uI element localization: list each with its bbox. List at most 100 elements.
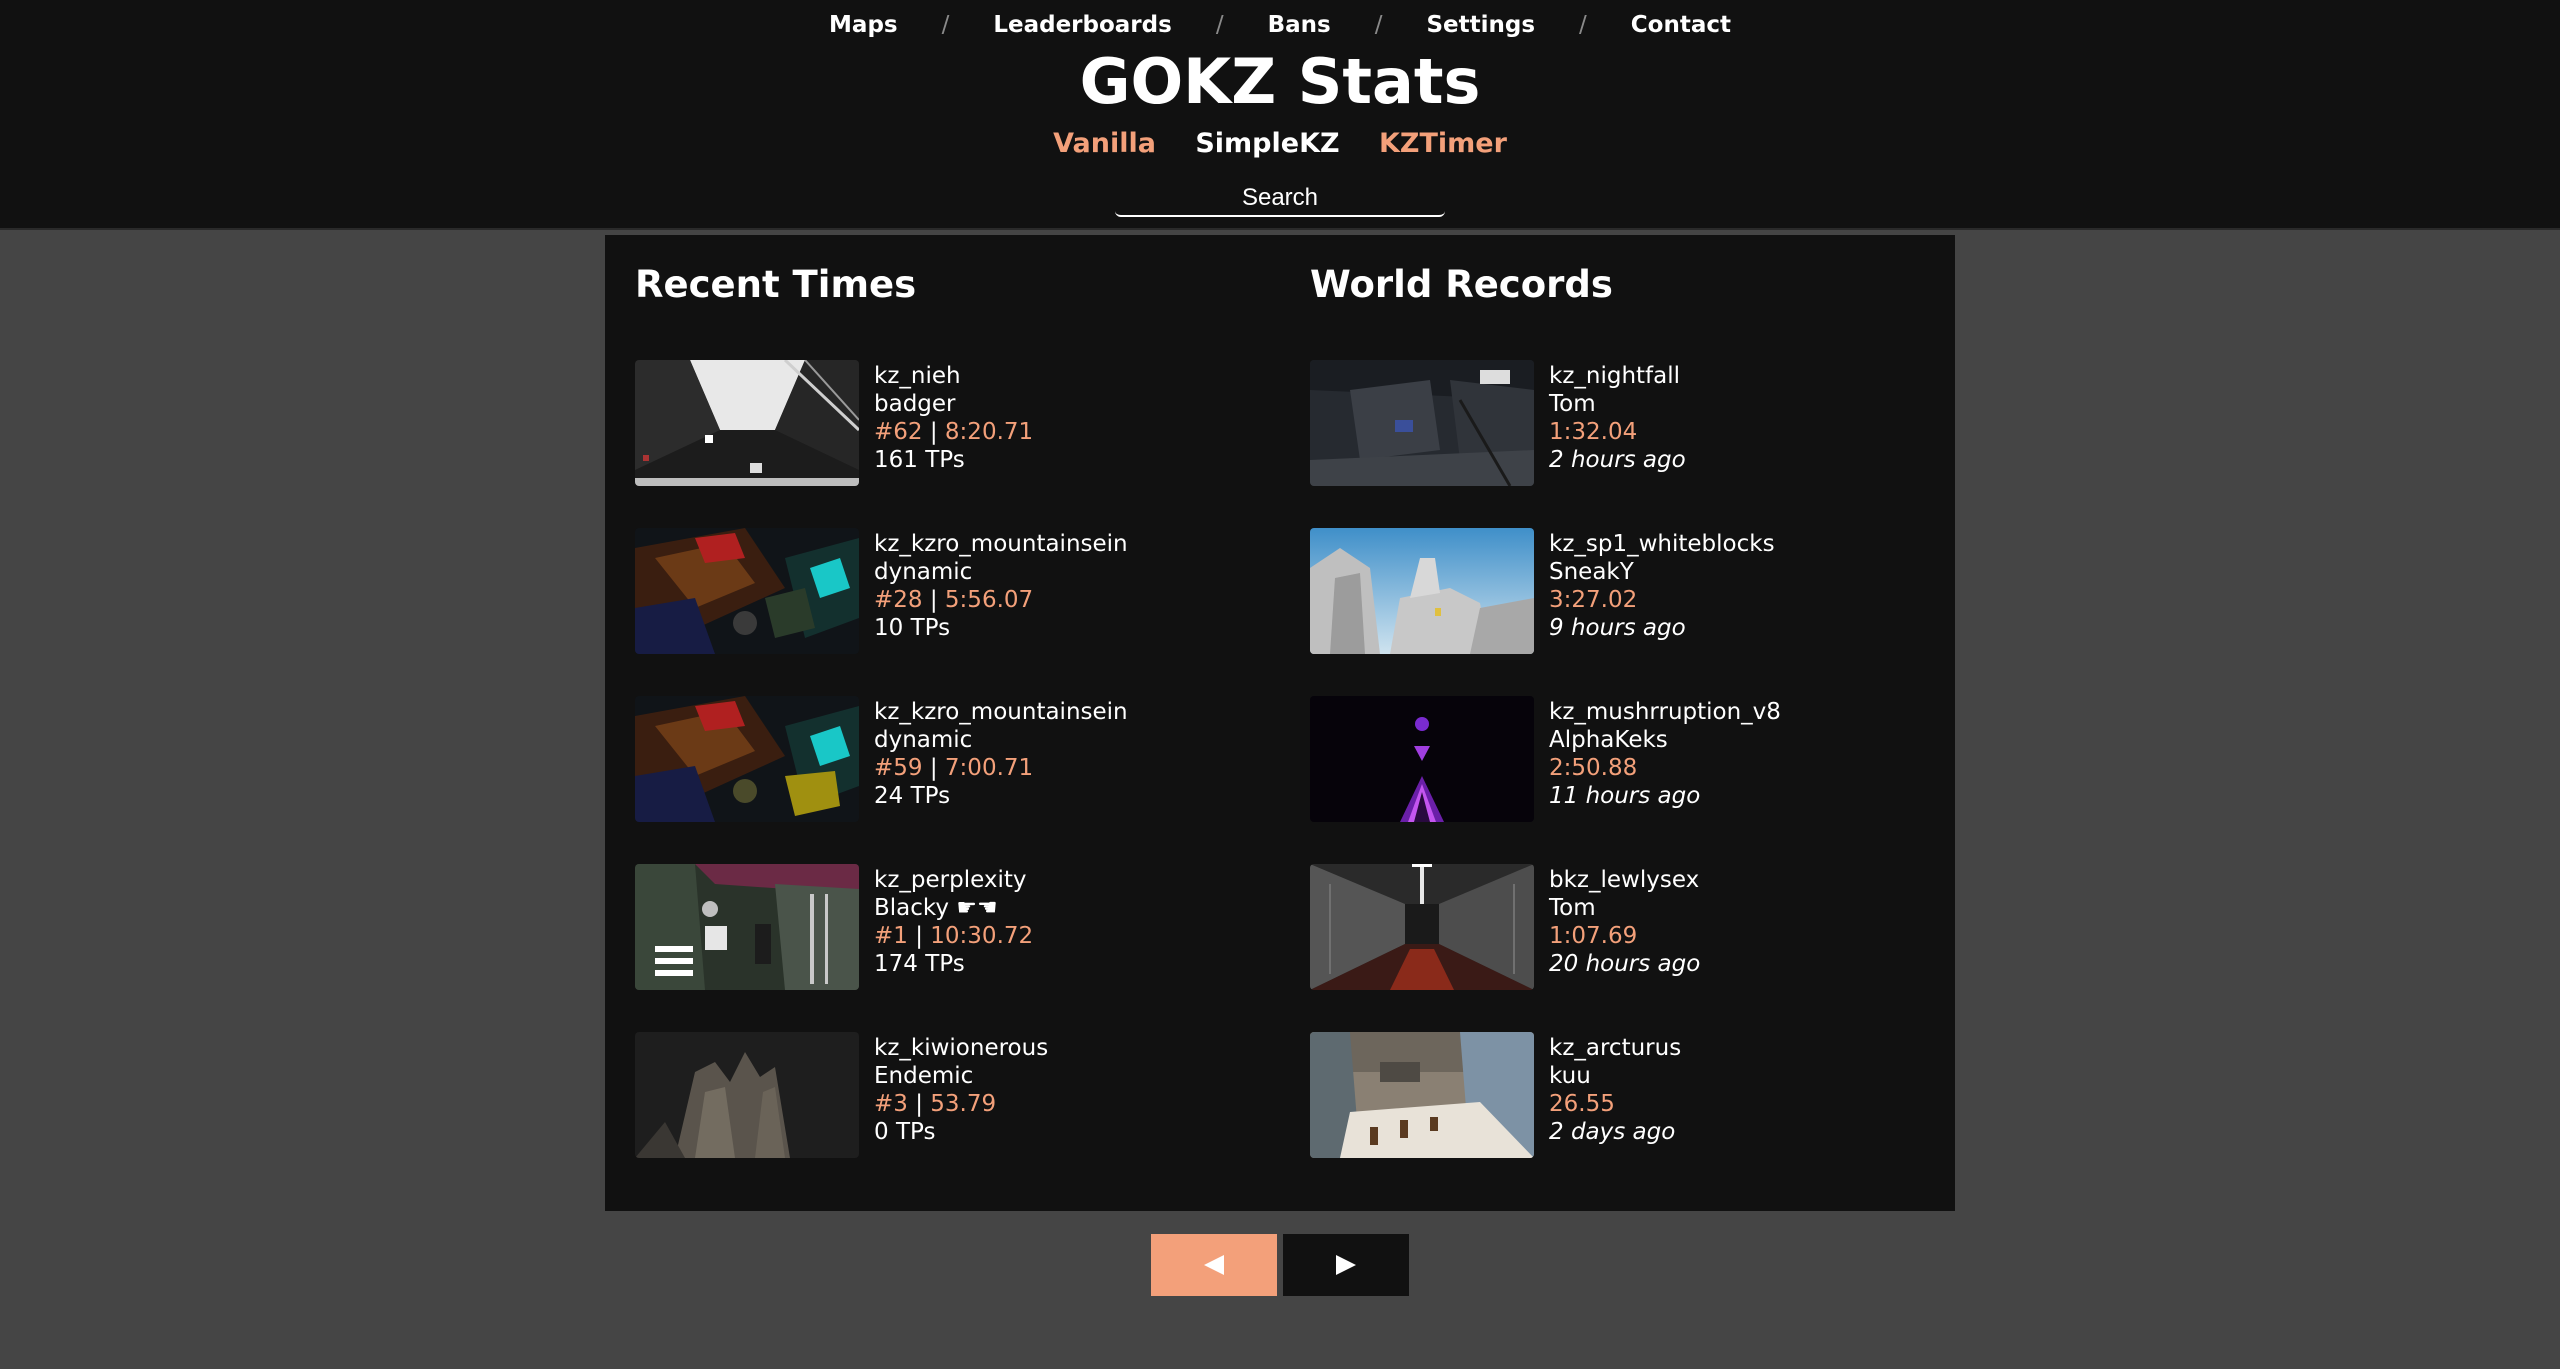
map-name[interactable]: kz_mushrruption_v8 bbox=[1549, 698, 1781, 726]
divider: | bbox=[929, 419, 938, 445]
world-records-title: World Records bbox=[1310, 263, 1613, 306]
time-ago: 2 days ago bbox=[1549, 1119, 1676, 1145]
run-time: 53.79 bbox=[930, 1091, 997, 1117]
map-thumbnail[interactable] bbox=[1310, 360, 1534, 486]
entry-info: kz_kzro_mountainsein dynamic #59 | 7:00.… bbox=[874, 698, 1128, 810]
map-name[interactable]: bkz_lewlysex bbox=[1549, 866, 1700, 894]
teleports: 0 TPs bbox=[874, 1119, 936, 1145]
nav-separator: / bbox=[1579, 12, 1587, 38]
search-box bbox=[1115, 182, 1445, 217]
map-thumbnail[interactable] bbox=[635, 1032, 859, 1158]
teleports: 24 TPs bbox=[874, 783, 951, 809]
rank: #3 bbox=[874, 1091, 908, 1117]
search-input[interactable] bbox=[1115, 182, 1445, 217]
entry-info: kz_nieh badger #62 | 8:20.71 161 TPs bbox=[874, 362, 1033, 474]
divider: | bbox=[915, 923, 923, 949]
nav-leaderboards[interactable]: Leaderboards bbox=[993, 12, 1171, 38]
triangle-right-icon bbox=[1336, 1255, 1356, 1275]
recent-time-entry[interactable]: kz_kzro_mountainsein dynamic #59 | 7:00.… bbox=[635, 696, 1275, 822]
map-thumbnail[interactable] bbox=[635, 696, 859, 822]
world-record-entry[interactable]: kz_arcturus kuu 26.55 2 days ago bbox=[1310, 1032, 1950, 1158]
run-time: 5:56.07 bbox=[944, 587, 1034, 613]
nav-contact[interactable]: Contact bbox=[1631, 12, 1731, 38]
run-time: 3:27.02 bbox=[1549, 587, 1638, 613]
map-name[interactable]: kz_kiwionerous bbox=[874, 1034, 1048, 1062]
entry-info: kz_arcturus kuu 26.55 2 days ago bbox=[1549, 1034, 1681, 1146]
map-name[interactable]: kz_kzro_mountainsein bbox=[874, 698, 1128, 726]
nav-separator: / bbox=[1374, 12, 1383, 38]
recent-times-title: Recent Times bbox=[635, 263, 917, 306]
player-name[interactable]: Endemic bbox=[874, 1062, 1048, 1090]
next-page-button[interactable] bbox=[1283, 1234, 1409, 1296]
entry-info: bkz_lewlysex Tom 1:07.69 20 hours ago bbox=[1549, 866, 1700, 978]
teleports: 174 TPs bbox=[874, 951, 965, 977]
player-name[interactable]: dynamic bbox=[874, 726, 1128, 754]
player-name[interactable]: Blacky ☛☚ bbox=[874, 894, 1033, 922]
recent-time-entry[interactable]: kz_kiwionerous Endemic #3 | 53.79 0 TPs bbox=[635, 1032, 1275, 1158]
map-name[interactable]: kz_nieh bbox=[874, 362, 1033, 390]
world-record-entry[interactable]: bkz_lewlysex Tom 1:07.69 20 hours ago bbox=[1310, 864, 1950, 990]
map-thumbnail[interactable] bbox=[635, 360, 859, 486]
run-time: 7:00.71 bbox=[944, 755, 1034, 781]
player-name[interactable]: Tom bbox=[1549, 894, 1700, 922]
entry-info: kz_mushrruption_v8 AlphaKeks 2:50.88 11 … bbox=[1549, 698, 1781, 810]
teleports: 10 TPs bbox=[874, 615, 951, 641]
triangle-left-icon bbox=[1204, 1255, 1224, 1275]
player-name[interactable]: AlphaKeks bbox=[1549, 726, 1781, 754]
world-record-entry[interactable]: kz_sp1_whiteblocks SneakY 3:27.02 9 hour… bbox=[1310, 528, 1950, 654]
player-name[interactable]: dynamic bbox=[874, 558, 1128, 586]
map-thumbnail[interactable] bbox=[635, 864, 859, 990]
mode-switcher: Vanilla SimpleKZ KZTimer bbox=[0, 128, 2560, 159]
run-time: 10:30.72 bbox=[930, 923, 1034, 949]
map-thumbnail[interactable] bbox=[1310, 1032, 1534, 1158]
previous-page-button[interactable] bbox=[1151, 1234, 1277, 1296]
recent-time-entry[interactable]: kz_kzro_mountainsein dynamic #28 | 5:56.… bbox=[635, 528, 1275, 654]
entry-info: kz_kiwionerous Endemic #3 | 53.79 0 TPs bbox=[874, 1034, 1048, 1146]
map-thumbnail[interactable] bbox=[1310, 696, 1534, 822]
world-record-entry[interactable]: kz_mushrruption_v8 AlphaKeks 2:50.88 11 … bbox=[1310, 696, 1950, 822]
time-ago: 11 hours ago bbox=[1549, 783, 1701, 809]
map-name[interactable]: kz_sp1_whiteblocks bbox=[1549, 530, 1775, 558]
rank: #1 bbox=[874, 923, 908, 949]
divider: | bbox=[929, 755, 938, 781]
teleports: 161 TPs bbox=[874, 447, 965, 473]
map-thumbnail[interactable] bbox=[1310, 528, 1534, 654]
run-time: 8:20.71 bbox=[944, 419, 1034, 445]
rank: #62 bbox=[874, 419, 923, 445]
player-name[interactable]: Tom bbox=[1549, 390, 1686, 418]
run-time: 26.55 bbox=[1549, 1091, 1615, 1117]
nav-settings[interactable]: Settings bbox=[1426, 12, 1535, 38]
run-time: 1:32.04 bbox=[1549, 419, 1638, 445]
player-name[interactable]: kuu bbox=[1549, 1062, 1681, 1090]
map-name[interactable]: kz_perplexity bbox=[874, 866, 1033, 894]
nav-separator: / bbox=[941, 12, 950, 38]
entry-info: kz_nightfall Tom 1:32.04 2 hours ago bbox=[1549, 362, 1686, 474]
map-thumbnail[interactable] bbox=[1310, 864, 1534, 990]
nav-maps[interactable]: Maps bbox=[829, 12, 898, 38]
run-time: 1:07.69 bbox=[1549, 923, 1638, 949]
map-name[interactable]: kz_arcturus bbox=[1549, 1034, 1681, 1062]
run-time: 2:50.88 bbox=[1549, 755, 1638, 781]
player-name[interactable]: SneakY bbox=[1549, 558, 1775, 586]
time-ago: 9 hours ago bbox=[1549, 615, 1686, 641]
nav-bans[interactable]: Bans bbox=[1268, 12, 1331, 38]
world-record-entry[interactable]: kz_nightfall Tom 1:32.04 2 hours ago bbox=[1310, 360, 1950, 486]
map-name[interactable]: kz_kzro_mountainsein bbox=[874, 530, 1128, 558]
nav-separator: / bbox=[1215, 12, 1224, 38]
rank: #28 bbox=[874, 587, 923, 613]
entry-info: kz_perplexity Blacky ☛☚ #1 | 10:30.72 17… bbox=[874, 866, 1033, 978]
player-name[interactable]: badger bbox=[874, 390, 1033, 418]
time-ago: 2 hours ago bbox=[1549, 447, 1686, 473]
rank: #59 bbox=[874, 755, 923, 781]
mode-vanilla[interactable]: Vanilla bbox=[1053, 128, 1156, 159]
map-thumbnail[interactable] bbox=[635, 528, 859, 654]
mode-kztimer[interactable]: KZTimer bbox=[1379, 128, 1507, 159]
time-ago: 20 hours ago bbox=[1549, 951, 1701, 977]
map-name[interactable]: kz_nightfall bbox=[1549, 362, 1686, 390]
entry-info: kz_sp1_whiteblocks SneakY 3:27.02 9 hour… bbox=[1549, 530, 1775, 642]
recent-time-entry[interactable]: kz_perplexity Blacky ☛☚ #1 | 10:30.72 17… bbox=[635, 864, 1275, 990]
divider: | bbox=[915, 1091, 923, 1117]
mode-simplekz[interactable]: SimpleKZ bbox=[1195, 128, 1339, 159]
site-title[interactable]: GOKZ Stats bbox=[0, 42, 2560, 122]
recent-time-entry[interactable]: kz_nieh badger #62 | 8:20.71 161 TPs bbox=[635, 360, 1275, 486]
